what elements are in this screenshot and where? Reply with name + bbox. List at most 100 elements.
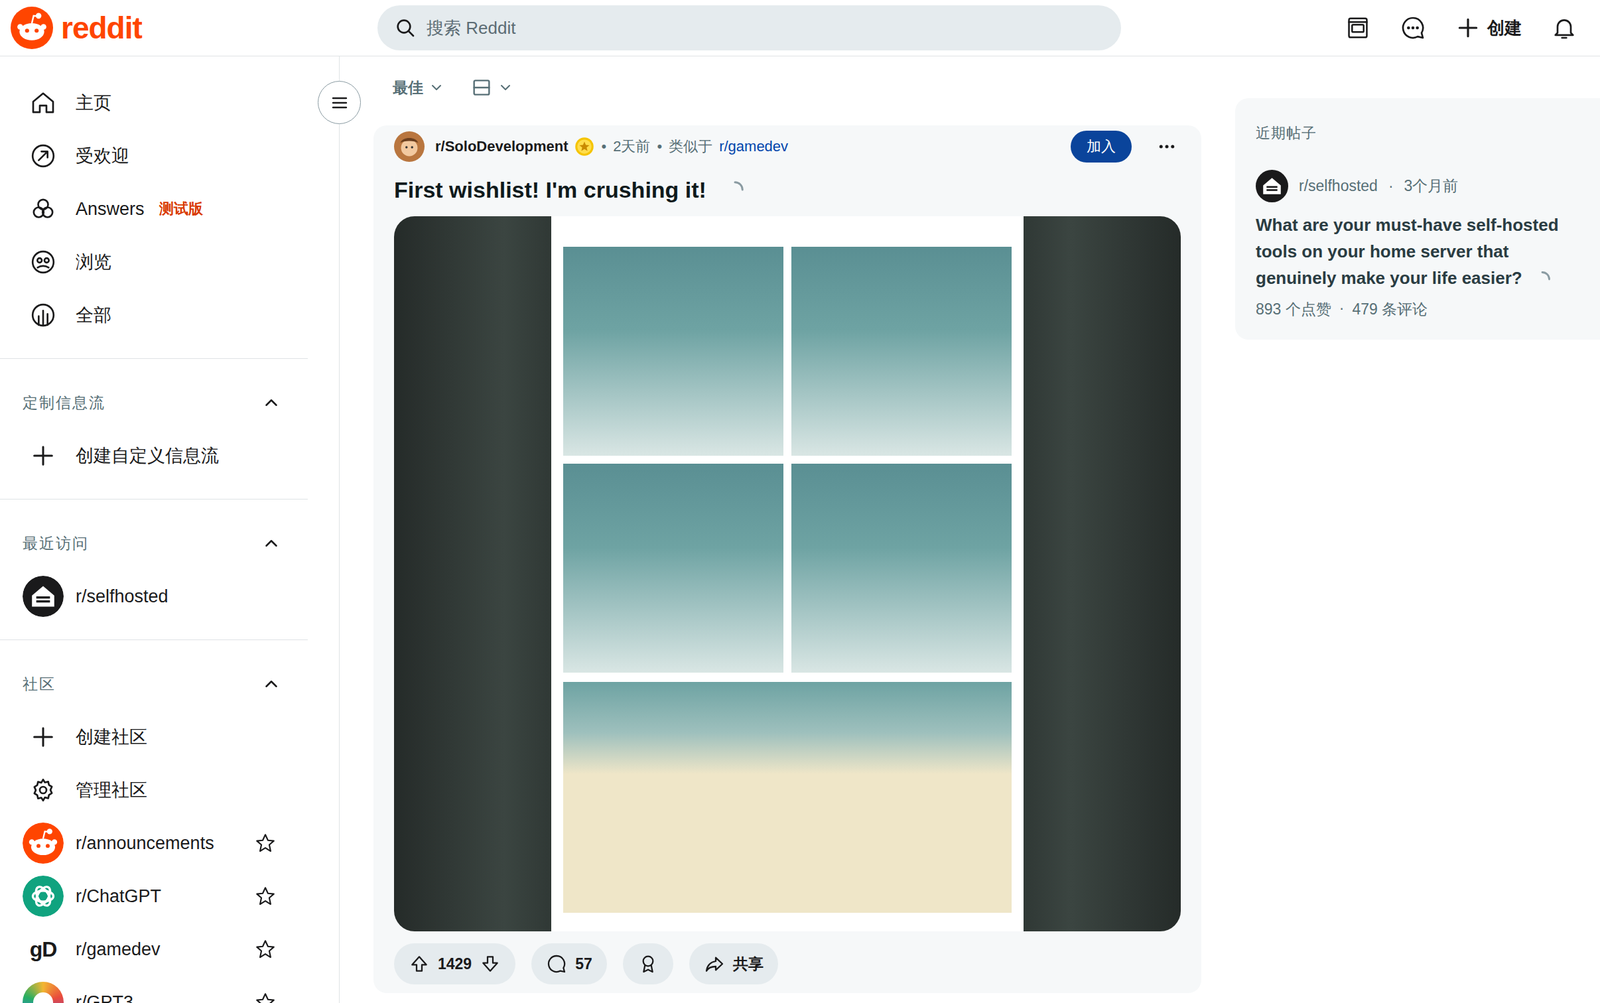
sidebar-action[interactable]: 创建社区 (0, 710, 308, 764)
section-header[interactable]: 定制信息流 (0, 376, 308, 430)
section-header[interactable]: 最近访问 (0, 516, 308, 570)
icon-box (22, 716, 64, 758)
page-body: 主页受欢迎 Answers 测试版浏览全部定制信息流创建自定义信息流最近访问 r/se… (0, 56, 1600, 1003)
item-label[interactable]: r/GPT3 (75, 992, 134, 1003)
section-title[interactable]: 定制信息流 (22, 392, 106, 414)
recent-title: 近期帖子 (1255, 120, 1600, 146)
action-bar: 1429 57 共享 (394, 943, 1181, 985)
loading-spinner-icon (725, 179, 745, 200)
nav-item[interactable]: 浏览 (0, 235, 308, 289)
section-title[interactable]: 最近访问 (22, 533, 89, 554)
item-label[interactable]: r/selfhosted (75, 586, 169, 607)
recent-subreddit[interactable]: r/selfhosted (1298, 177, 1378, 196)
meme-panel (563, 246, 784, 456)
search-bar[interactable] (377, 5, 1122, 51)
recent-post-title[interactable]: What are your must-have self-hosted tool… (1255, 211, 1588, 292)
recent-posts-card: 近期帖子r/selfhosted·3个月前What are your must-… (1235, 98, 1600, 340)
community-item[interactable]: gD r/gamedev (0, 922, 308, 976)
nav-label[interactable]: 全部 (75, 303, 112, 328)
post-time: 2天前 (612, 136, 651, 157)
nav-item[interactable]: 受欢迎 (0, 129, 308, 183)
beta-badge: 测试版 (159, 199, 203, 219)
separator: • (600, 137, 607, 156)
nav-item[interactable]: 全部 (0, 288, 308, 342)
logo-text[interactable]: reddit (61, 9, 142, 46)
community-item[interactable]: r/announcements (0, 816, 308, 870)
comments-button[interactable]: 57 (531, 943, 607, 985)
section-title[interactable]: 社区 (22, 673, 56, 695)
create-button[interactable]: 创建 (1452, 11, 1525, 45)
search-icon (394, 17, 416, 39)
recent-post-stats: 893 个点赞·479 条评论 (1255, 299, 1600, 320)
home-icon (29, 89, 57, 117)
icon-box (22, 981, 64, 1003)
post-image[interactable] (394, 216, 1181, 932)
view-button[interactable] (470, 76, 514, 99)
answers-icon (29, 195, 57, 223)
star-icon[interactable] (254, 884, 277, 908)
sort-label[interactable]: 最佳 (392, 77, 424, 99)
similar-link[interactable]: r/gamedev (719, 137, 789, 156)
meme-image (551, 216, 1024, 932)
collapse-sidebar-button[interactable] (317, 80, 361, 125)
nav-label[interactable]: 主页 (75, 90, 112, 115)
post-title[interactable]: First wishlist! I'm crushing it! (394, 174, 1181, 205)
vote-pill: 1429 (394, 943, 516, 985)
post-title-text[interactable]: First wishlist! I'm crushing it! (394, 174, 707, 205)
community-avatar (22, 822, 64, 864)
star-icon[interactable] (254, 831, 277, 855)
nav-label[interactable]: 浏览 (75, 250, 112, 274)
bell-icon (1550, 14, 1578, 42)
icon-box (22, 135, 64, 177)
community-item[interactable]: r/GPT3 (0, 975, 308, 1003)
ads-button[interactable] (1342, 11, 1374, 45)
meme-grid (563, 246, 1012, 673)
chat-button[interactable] (1397, 10, 1429, 46)
item-label[interactable]: r/announcements (75, 833, 215, 854)
item-label[interactable]: 创建社区 (75, 725, 148, 749)
post-card[interactable]: r/SoloDevelopment•2天前•类似于r/gamedev加入Firs… (373, 125, 1202, 994)
icon-box (22, 435, 64, 477)
subreddit-link[interactable]: r/SoloDevelopment (435, 137, 568, 156)
search-input[interactable] (425, 17, 1104, 40)
more-button[interactable] (1152, 132, 1181, 161)
dots-icon (1156, 136, 1177, 157)
sort-button[interactable]: 最佳 (392, 77, 445, 99)
share-button[interactable]: 共享 (689, 943, 779, 985)
nav-item[interactable]: 主页 (0, 76, 308, 130)
item-label[interactable]: 管理社区 (75, 778, 148, 802)
downvote-button[interactable] (479, 953, 501, 975)
downvote-icon (479, 953, 501, 975)
notifications-button[interactable] (1548, 10, 1581, 46)
achievement-icon (574, 136, 595, 157)
star-icon[interactable] (254, 937, 277, 961)
community-item[interactable]: r/selfhosted (0, 569, 308, 623)
subreddit-avatar-icon (1255, 169, 1289, 203)
community-avatar (22, 875, 64, 917)
item-label[interactable]: r/ChatGPT (75, 886, 162, 907)
recent-post-title-text[interactable]: What are your must-have self-hosted tool… (1255, 214, 1559, 288)
nav-label[interactable]: 受欢迎 (75, 143, 130, 168)
reddit-logo[interactable]: reddit (10, 6, 378, 50)
star-icon[interactable] (254, 991, 277, 1003)
plus-icon (1455, 15, 1481, 41)
upvote-button[interactable] (408, 953, 430, 975)
comment-count[interactable]: 57 (575, 955, 593, 974)
sidebar-action[interactable]: 创建自定义信息流 (0, 429, 308, 483)
section-header[interactable]: 社区 (0, 657, 308, 711)
share-label[interactable]: 共享 (733, 953, 764, 975)
award-button[interactable] (622, 943, 674, 985)
sidebar-action[interactable]: 管理社区 (0, 763, 308, 817)
caret-down-icon (497, 79, 514, 96)
community-logo-icon (22, 822, 64, 864)
item-label[interactable]: r/gamedev (75, 939, 161, 960)
nav-label[interactable]: Answers (75, 199, 145, 220)
comments-count: 479 条评论 (1351, 299, 1428, 320)
community-item[interactable]: r/ChatGPT (0, 869, 308, 923)
avatar-text: gD (29, 937, 58, 962)
join-button[interactable]: 加入 (1070, 130, 1132, 163)
nav-item[interactable]: Answers 测试版 (0, 182, 308, 236)
similar-label: 类似于 (668, 136, 713, 157)
create-label[interactable]: 创建 (1487, 16, 1522, 40)
item-label[interactable]: 创建自定义信息流 (75, 443, 219, 468)
